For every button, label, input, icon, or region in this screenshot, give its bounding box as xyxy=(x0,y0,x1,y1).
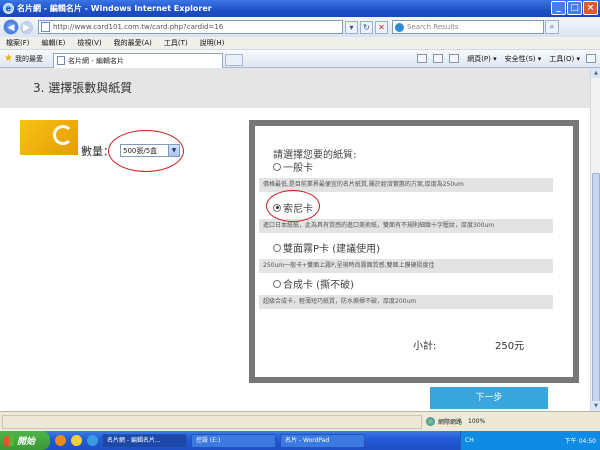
swirl-icon xyxy=(53,125,73,145)
option-label: 雙面霧P卡 (建議使用) xyxy=(283,244,381,255)
taskbar-item-folder[interactable]: 控設 (E:) xyxy=(191,433,276,448)
live-search-icon xyxy=(395,22,404,32)
radio-matte[interactable] xyxy=(273,243,281,252)
radio-synthetic[interactable] xyxy=(273,279,281,288)
tab-page-icon xyxy=(56,56,65,65)
menu-help[interactable]: 說明(H) xyxy=(200,38,225,48)
ie-logo-icon: e xyxy=(3,3,14,14)
option-description: 250um一般卡+雙面上霧P,呈現時尚霧面質感,雙面上膜硬挺度佳 xyxy=(259,259,553,273)
stop-icon[interactable]: ✕ xyxy=(375,20,388,34)
quicklaunch-ie-icon[interactable] xyxy=(87,435,98,446)
safety-menu[interactable]: 安全性(S) ▾ xyxy=(505,54,542,64)
vertical-scrollbar[interactable]: ▲ ▼ xyxy=(590,68,600,411)
scroll-thumb[interactable] xyxy=(592,173,600,405)
status-bar: 網際網路 100% xyxy=(0,411,600,431)
menu-view[interactable]: 檢視(V) xyxy=(77,38,101,48)
go-dropdown-icon[interactable]: ▾ xyxy=(345,20,358,34)
start-button[interactable]: 開始 xyxy=(0,431,50,450)
zone-indicator: 網際網路 xyxy=(426,417,462,426)
forward-button[interactable]: ▶ xyxy=(20,20,33,34)
print-icon[interactable] xyxy=(449,54,460,63)
paper-option-normal[interactable]: 一般卡 xyxy=(273,159,313,174)
quicklaunch-firefox-icon[interactable] xyxy=(55,435,66,446)
subtotal-value: 250元 xyxy=(495,341,525,352)
highlight-circle xyxy=(108,130,184,172)
window-controls: _ □ × xyxy=(551,1,598,15)
maximize-button[interactable]: □ xyxy=(567,1,582,15)
menu-favorites[interactable]: 我的最愛(A) xyxy=(114,38,152,48)
favorites-bar: ★ 我的最愛 名片網 - 編輯名片 網頁(P) ▾ 安全性(S) ▾ 工具(O)… xyxy=(0,50,600,68)
command-bar: 網頁(P) ▾ 安全性(S) ▾ 工具(O) ▾ xyxy=(411,54,600,64)
close-button[interactable]: × xyxy=(583,1,598,15)
quicklaunch-messenger-icon[interactable] xyxy=(71,435,82,446)
paper-option-synthetic[interactable]: 合成卡 (撕不破) xyxy=(273,276,354,291)
help-icon[interactable] xyxy=(586,54,596,63)
refresh-icon[interactable]: ↻ xyxy=(360,20,373,34)
option-description: 進口日本紙紙，此為具有質感的進口美術紙，雙面有不規則細緻十字壓紋，厚度300um xyxy=(259,219,553,233)
globe-icon xyxy=(426,417,435,426)
option-description: 超級合成卡，輕薄短巧紙質，防水撕揮不破，厚度200um xyxy=(259,295,553,309)
system-tray: CH 下午 04:50 xyxy=(460,431,600,450)
favorites-star-icon[interactable]: ★ xyxy=(4,53,13,64)
favorites-label[interactable]: 我的最愛 xyxy=(15,54,43,64)
url-text: http://www.card101.com.tw/card.php?cardi… xyxy=(53,23,224,31)
taskbar-item-wordpad[interactable]: 名片 - WordPad xyxy=(280,433,365,448)
highlight-circle xyxy=(266,190,320,222)
page-icon xyxy=(41,22,50,32)
step-header: 3. 選擇張數與紙質 xyxy=(0,68,590,108)
search-placeholder: Search Results xyxy=(407,23,459,31)
back-button[interactable]: ◀ xyxy=(3,19,19,35)
windows-flag-icon xyxy=(4,435,14,446)
option-description: 價格最低,是目前業界最便宜的名片紙質,屬於經濟實惠的方案,厚度為250um xyxy=(259,178,553,192)
radio-normal[interactable] xyxy=(273,162,281,171)
option-label: 一般卡 xyxy=(283,163,313,174)
step-title: 3. 選擇張數與紙質 xyxy=(33,81,133,95)
address-bar[interactable]: http://www.card101.com.tw/card.php?cardi… xyxy=(38,20,343,34)
next-button[interactable]: 下一步 xyxy=(430,387,548,409)
menu-tools[interactable]: 工具(T) xyxy=(164,38,188,48)
taskbar-item-ie[interactable]: 名片網 - 編輯名片... xyxy=(102,433,187,448)
quantity-logo-image xyxy=(20,120,78,155)
paper-option-matte[interactable]: 雙面霧P卡 (建議使用) xyxy=(273,240,380,255)
feeds-icon[interactable] xyxy=(433,54,444,63)
taskbar: 開始 名片網 - 編輯名片... 控設 (E:) 名片 - WordPad CH… xyxy=(0,431,600,450)
page-menu[interactable]: 網頁(P) ▾ xyxy=(467,54,496,64)
zoom-level[interactable]: 100% xyxy=(468,418,485,425)
tools-menu[interactable]: 工具(O) ▾ xyxy=(549,54,580,64)
tab-label: 名片網 - 編輯名片 xyxy=(67,56,124,65)
zone-label: 網際網路 xyxy=(438,419,463,426)
window-title: 名片網 - 編輯名片 - Windows Internet Explorer xyxy=(17,4,212,13)
page-content: 3. 選擇張數與紙質 數量： 500張/5盒 ▼ 請選擇您要的紙質: 一般卡 價… xyxy=(0,68,590,411)
title-bar: e 名片網 - 編輯名片 - Windows Internet Explorer… xyxy=(0,0,600,17)
language-indicator[interactable]: CH xyxy=(465,437,474,444)
scroll-down-icon[interactable]: ▼ xyxy=(591,401,600,411)
new-tab-button[interactable] xyxy=(224,54,243,66)
home-icon[interactable] xyxy=(417,54,428,63)
clock: 下午 04:50 xyxy=(564,438,596,445)
menu-edit[interactable]: 編輯(E) xyxy=(42,38,66,48)
minimize-button[interactable]: _ xyxy=(551,1,566,15)
search-icon[interactable]: ⌕ xyxy=(545,20,559,34)
subtotal-label: 小計: xyxy=(413,341,437,352)
scroll-up-icon[interactable]: ▲ xyxy=(591,68,600,78)
status-text-area xyxy=(2,414,422,429)
option-label: 合成卡 (撕不破) xyxy=(283,280,354,291)
menu-file[interactable]: 檔案(F) xyxy=(6,38,30,48)
menu-bar: 檔案(F) 編輯(E) 檢視(V) 我的最愛(A) 工具(T) 說明(H) xyxy=(0,37,600,50)
search-input[interactable]: Search Results xyxy=(392,20,544,34)
tab-current[interactable]: 名片網 - 編輯名片 xyxy=(52,52,223,68)
address-toolbar: ◀ ▶ http://www.card101.com.tw/card.php?c… xyxy=(0,17,600,37)
start-label: 開始 xyxy=(17,437,36,447)
